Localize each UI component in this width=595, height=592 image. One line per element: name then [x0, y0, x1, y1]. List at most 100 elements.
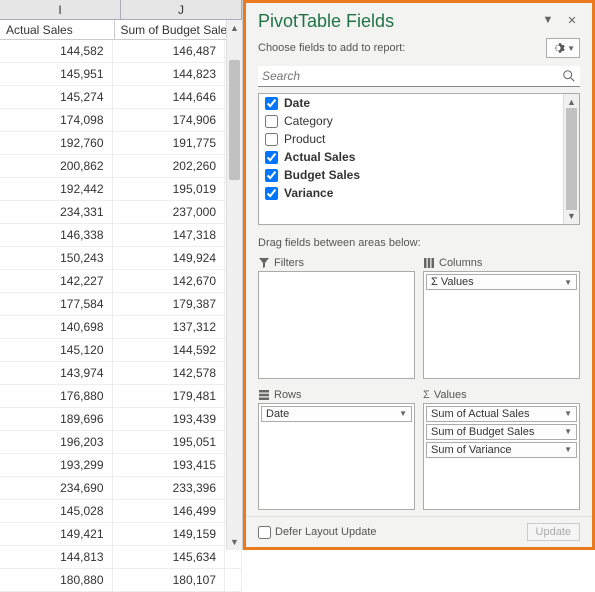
cell-budget[interactable]: 144,592 [113, 339, 226, 361]
cell-actual[interactable]: 200,862 [0, 155, 113, 177]
field-item-actual-sales[interactable]: Actual Sales [259, 148, 579, 166]
table-row: 146,338147,318 [0, 224, 242, 247]
field-checkbox[interactable] [265, 169, 278, 182]
search-input[interactable] [258, 66, 580, 86]
cell-budget[interactable]: 146,487 [113, 40, 226, 62]
cell-actual[interactable]: 145,951 [0, 63, 113, 85]
field-item-budget-sales[interactable]: Budget Sales [259, 166, 579, 184]
columns-chip[interactable]: Σ Values▼ [426, 274, 577, 290]
cell-actual[interactable]: 234,690 [0, 477, 113, 499]
cell-budget[interactable]: 195,019 [113, 178, 226, 200]
field-checkbox[interactable] [265, 151, 278, 164]
values-chip[interactable]: Sum of Variance▼ [426, 442, 577, 458]
cell-actual[interactable]: 180,880 [0, 569, 113, 591]
rows-chip[interactable]: Date▼ [261, 406, 412, 422]
fields-scrollbar[interactable]: ▲ ▼ [563, 94, 579, 224]
cell-actual[interactable]: 196,203 [0, 431, 113, 453]
cell-budget[interactable]: 142,578 [113, 362, 226, 384]
scroll-up-icon[interactable]: ▲ [227, 20, 242, 36]
close-icon[interactable]: ✕ [564, 14, 580, 30]
field-checkbox[interactable] [265, 187, 278, 200]
cell-actual[interactable]: 146,338 [0, 224, 113, 246]
cell-actual[interactable]: 149,421 [0, 523, 113, 545]
scroll-thumb[interactable] [229, 60, 240, 180]
search-field[interactable] [258, 66, 580, 87]
update-button[interactable]: Update [527, 523, 580, 541]
pivottable-fields-pane: PivotTable Fields ▼ ✕ Choose fields to a… [243, 0, 595, 550]
scroll-down-icon[interactable]: ▼ [564, 208, 579, 224]
cell-actual[interactable]: 176,880 [0, 385, 113, 407]
cell-budget[interactable]: 137,312 [113, 316, 226, 338]
cell-budget[interactable]: 142,670 [113, 270, 226, 292]
tools-button[interactable]: ▼ [546, 38, 580, 58]
pane-options-icon[interactable]: ▼ [540, 14, 556, 30]
values-dropzone[interactable]: Sum of Actual Sales▼ Sum of Budget Sales▼… [423, 403, 580, 511]
cell-budget[interactable]: 174,906 [113, 109, 226, 131]
chevron-down-icon: ▼ [564, 409, 572, 418]
cell-budget[interactable]: 191,775 [113, 132, 226, 154]
field-item-category[interactable]: Category [259, 112, 579, 130]
cell-budget[interactable]: 202,260 [113, 155, 226, 177]
field-checkbox[interactable] [265, 115, 278, 128]
values-label: Values [434, 389, 467, 401]
cell-budget[interactable]: 147,318 [113, 224, 226, 246]
field-item-variance[interactable]: Variance [259, 184, 579, 202]
header-actual-sales[interactable]: Actual Sales [0, 20, 115, 39]
worksheet-pane: I J Actual Sales Sum of Budget Sales S 1… [0, 0, 243, 550]
table-row: 193,299193,415 [0, 454, 242, 477]
cell-actual[interactable]: 144,582 [0, 40, 113, 62]
cell-budget[interactable]: 233,396 [113, 477, 226, 499]
cell-actual[interactable]: 189,696 [0, 408, 113, 430]
cell-budget[interactable]: 149,159 [113, 523, 226, 545]
cell-budget[interactable]: 179,481 [113, 385, 226, 407]
cell-actual[interactable]: 177,584 [0, 293, 113, 315]
cell-budget[interactable]: 146,499 [113, 500, 226, 522]
field-item-product[interactable]: Product [259, 130, 579, 148]
filters-dropzone[interactable] [258, 271, 415, 379]
cell-actual[interactable]: 234,331 [0, 201, 113, 223]
cell-actual[interactable]: 150,243 [0, 247, 113, 269]
cell-actual[interactable]: 145,274 [0, 86, 113, 108]
scroll-down-icon[interactable]: ▼ [227, 534, 242, 550]
field-item-date[interactable]: Date [259, 94, 579, 112]
cell-budget[interactable]: 145,634 [113, 546, 226, 568]
cell-actual[interactable]: 145,120 [0, 339, 113, 361]
pane-subtitle: Choose fields to add to report: [258, 42, 546, 54]
rows-dropzone[interactable]: Date▼ [258, 403, 415, 511]
scroll-thumb[interactable] [566, 108, 577, 210]
field-checkbox[interactable] [265, 133, 278, 146]
values-chip[interactable]: Sum of Budget Sales▼ [426, 424, 577, 440]
header-budget-sales[interactable]: Sum of Budget Sales [115, 20, 230, 39]
cell-actual[interactable]: 192,442 [0, 178, 113, 200]
cell-actual[interactable]: 192,760 [0, 132, 113, 154]
search-icon [562, 69, 576, 83]
cell-budget[interactable]: 237,000 [113, 201, 226, 223]
table-row: 234,690233,396 [0, 477, 242, 500]
table-row: 192,442195,019 [0, 178, 242, 201]
values-chip[interactable]: Sum of Actual Sales▼ [426, 406, 577, 422]
cell-budget[interactable]: 195,051 [113, 431, 226, 453]
cell-actual[interactable]: 174,098 [0, 109, 113, 131]
col-letter-j[interactable]: J [121, 0, 242, 19]
cell-budget[interactable]: 179,387 [113, 293, 226, 315]
defer-checkbox-input[interactable] [258, 526, 271, 539]
cell-actual[interactable]: 145,028 [0, 500, 113, 522]
col-letter-i[interactable]: I [0, 0, 121, 19]
gear-icon [551, 41, 565, 55]
cell-actual[interactable]: 144,813 [0, 546, 113, 568]
field-checkbox[interactable] [265, 97, 278, 110]
cell-budget[interactable]: 180,107 [113, 569, 226, 591]
cell-actual[interactable]: 143,974 [0, 362, 113, 384]
cell-budget[interactable]: 193,439 [113, 408, 226, 430]
cell-budget[interactable]: 144,646 [113, 86, 226, 108]
cell-budget[interactable]: 193,415 [113, 454, 226, 476]
columns-dropzone[interactable]: Σ Values▼ [423, 271, 580, 379]
defer-layout-checkbox[interactable]: Defer Layout Update [258, 526, 527, 539]
cell-actual[interactable]: 142,227 [0, 270, 113, 292]
vertical-scrollbar[interactable]: ▲ ▼ [226, 20, 242, 550]
cell-actual[interactable]: 193,299 [0, 454, 113, 476]
cell-budget[interactable]: 149,924 [113, 247, 226, 269]
cell-budget[interactable]: 144,823 [113, 63, 226, 85]
table-row: 234,331237,000 [0, 201, 242, 224]
cell-actual[interactable]: 140,698 [0, 316, 113, 338]
